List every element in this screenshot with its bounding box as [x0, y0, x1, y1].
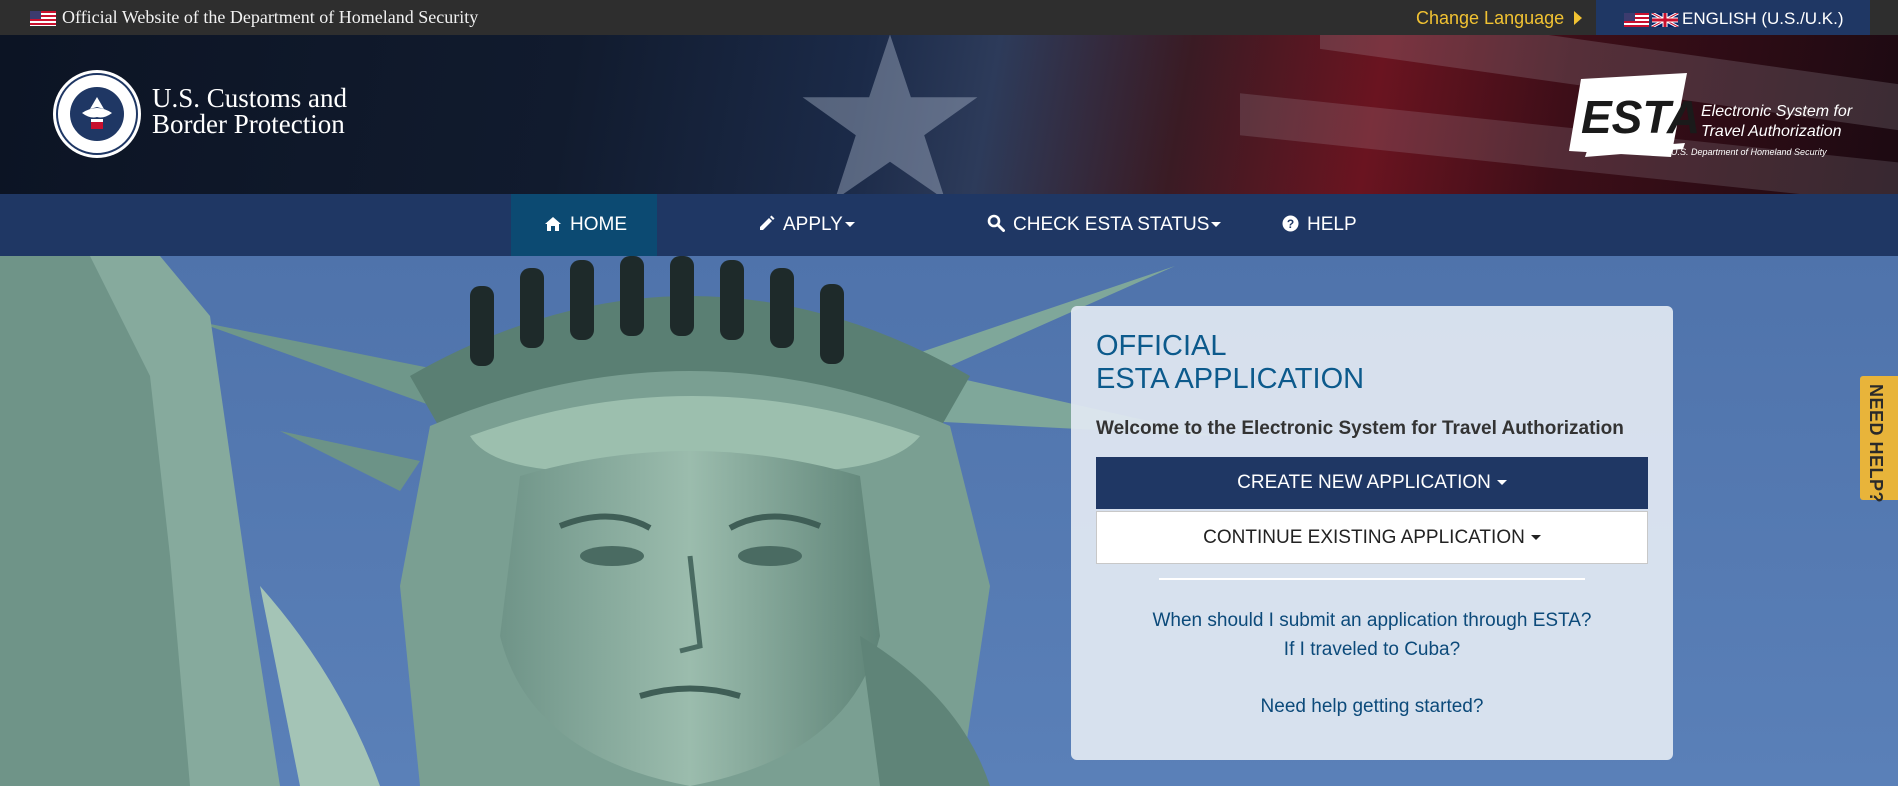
agency-name-line1: U.S. Customs and — [152, 83, 348, 113]
need-help-tab[interactable]: NEED HELP? — [1860, 376, 1898, 504]
create-new-application-button[interactable]: CREATE NEW APPLICATION — [1096, 457, 1648, 509]
svg-text:?: ? — [1287, 217, 1294, 231]
divider — [1159, 578, 1585, 580]
caret-right-icon — [1574, 11, 1583, 25]
pencil-icon — [760, 215, 775, 230]
card-title: OFFICIAL ESTA APPLICATION — [1096, 330, 1364, 396]
caret-down-icon — [1530, 535, 1541, 540]
when-to-submit-link[interactable]: When should I submit an application thro… — [1071, 610, 1673, 632]
continue-existing-application-button[interactable]: CONTINUE EXISTING APPLICATION — [1096, 511, 1648, 564]
nav-apply[interactable]: APPLY — [758, 194, 855, 256]
continue-existing-application-label: CONTINUE EXISTING APPLICATION — [1203, 527, 1525, 548]
nav-home-label: HOME — [570, 214, 627, 235]
language-selector[interactable]: ENGLISH (U.S./U.K.) — [1596, 0, 1870, 35]
language-label: ENGLISH (U.S./U.K.) — [1682, 9, 1844, 28]
esta-application-card: OFFICIAL ESTA APPLICATION Welcome to the… — [1071, 306, 1673, 760]
caret-down-icon — [1211, 222, 1222, 227]
change-language-link[interactable]: Change Language — [1416, 8, 1583, 29]
cuba-travel-link[interactable]: If I traveled to Cuba? — [1071, 639, 1673, 661]
caret-down-icon — [1496, 480, 1507, 485]
header-banner: U.S. Customs and Border Protection ESTA … — [0, 35, 1898, 194]
welcome-text: Welcome to the Electronic System for Tra… — [1096, 418, 1624, 439]
agency-name-line2: Border Protection — [152, 109, 345, 139]
nav-check-status-label: CHECK ESTA STATUS — [1013, 214, 1210, 235]
esta-tagline-1: Electronic System for — [1701, 103, 1853, 120]
nav-help[interactable]: ? HELP — [1282, 194, 1357, 256]
esta-logo[interactable]: ESTA Electronic System for Travel Author… — [1567, 71, 1857, 163]
nav-help-label: HELP — [1307, 214, 1357, 235]
official-website-text: Official Website of the Department of Ho… — [62, 7, 479, 27]
flags-icon — [1624, 11, 1680, 32]
gov-bar: Official Website of the Department of Ho… — [0, 0, 1898, 35]
dhs-seal-logo[interactable] — [52, 69, 142, 159]
esta-logo-text: ESTA — [1581, 91, 1700, 143]
nav-apply-label: APPLY — [783, 214, 843, 235]
agency-name[interactable]: U.S. Customs and Border Protection — [152, 83, 348, 139]
need-help-label: NEED HELP? — [1866, 384, 1886, 504]
nav-check-status[interactable]: CHECK ESTA STATUS — [987, 194, 1222, 256]
esta-tagline-2: Travel Authorization — [1701, 123, 1842, 140]
card-title-line2: ESTA APPLICATION — [1096, 363, 1365, 395]
question-circle-icon: ? — [1282, 215, 1299, 232]
main-nav: HOME APPLY CHECK ESTA STATUS ? HELP — [0, 194, 1898, 256]
search-icon — [987, 214, 1005, 232]
getting-started-link[interactable]: Need help getting started? — [1071, 696, 1673, 718]
create-new-application-label: CREATE NEW APPLICATION — [1237, 472, 1491, 493]
flag-star-graphic — [802, 35, 978, 194]
card-title-line1: OFFICIAL — [1096, 330, 1227, 362]
us-flag-icon — [30, 11, 56, 26]
home-icon — [545, 217, 561, 231]
caret-down-icon — [844, 222, 855, 227]
esta-subline: U.S. Department of Homeland Security — [1671, 147, 1827, 157]
change-language-label: Change Language — [1416, 8, 1565, 28]
nav-home[interactable]: HOME — [511, 194, 657, 256]
